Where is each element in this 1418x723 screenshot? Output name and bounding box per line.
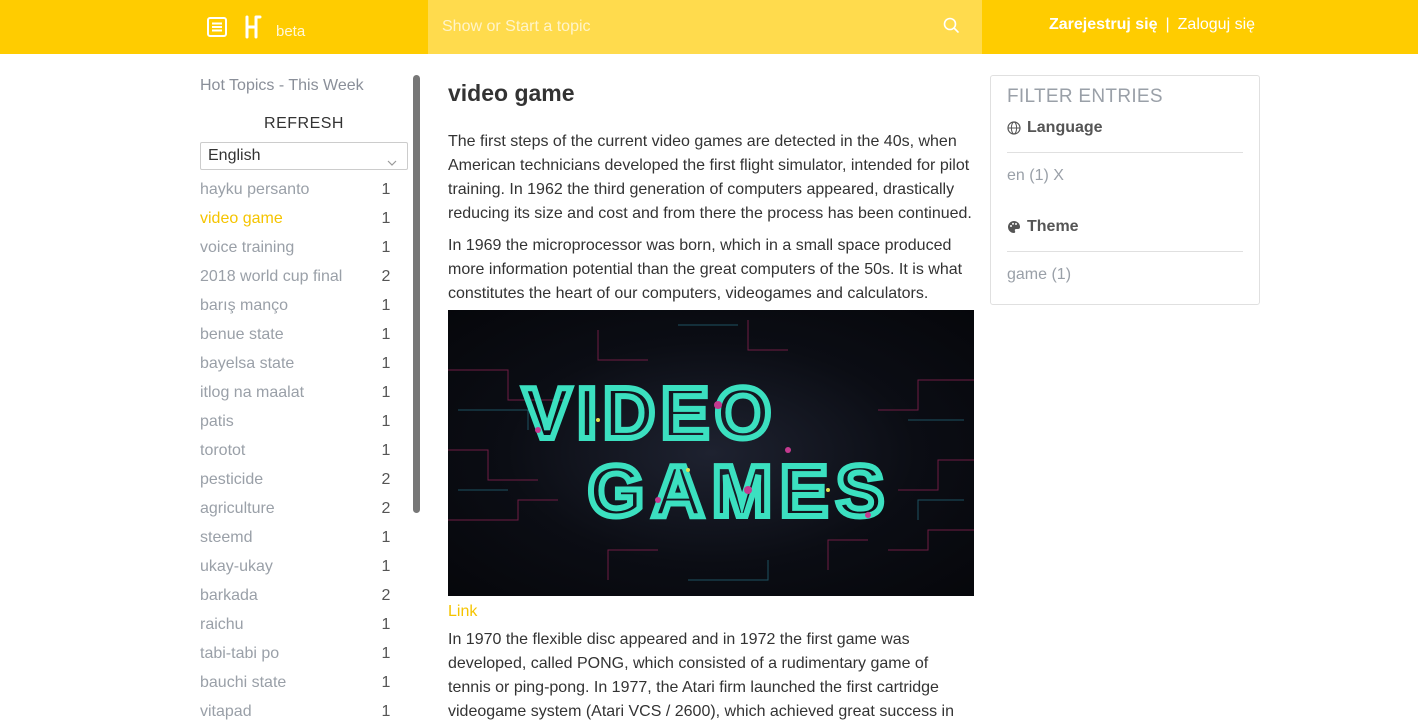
topic-label: barış manço [200, 297, 289, 314]
register-link[interactable]: Zarejestruj się [1049, 16, 1158, 34]
logo-area: beta [206, 14, 305, 40]
divider [1007, 251, 1243, 252]
filter-title: FILTER ENTRIES [1007, 86, 1163, 107]
topic-count: 1 [381, 326, 391, 343]
topic-label: barkada [200, 587, 258, 604]
topic-item[interactable]: ukay-ukay 1 [200, 557, 391, 586]
video-games-illustration: VIDEO GAMES [448, 320, 974, 581]
filter-panel: FILTER ENTRIES Language en (1) X Theme g… [990, 75, 1260, 305]
filter-language-heading: Language [1007, 118, 1243, 138]
topic-label: agriculture [200, 500, 275, 517]
topic-count: 2 [381, 268, 391, 285]
search-bar [428, 0, 982, 54]
topic-item[interactable]: agriculture 2 [200, 499, 391, 528]
topic-label: steemd [200, 529, 253, 546]
topic-count: 1 [381, 239, 391, 256]
topic-count: 1 [381, 558, 391, 575]
article-paragraph: In 1970 the flexible disc appeared and i… [448, 631, 955, 720]
globe-icon [1007, 121, 1021, 135]
auth-links: Zarejestruj się | Zaloguj się [1049, 16, 1255, 34]
topic-item[interactable]: tabi-tabi po 1 [200, 644, 391, 673]
topic-count: 1 [381, 413, 391, 430]
topic-label: raichu [200, 616, 244, 633]
sidebar-scrollbar[interactable] [413, 75, 420, 513]
image-link[interactable]: Link [448, 600, 974, 624]
topic-label: itlog na maalat [200, 384, 305, 401]
topic-item[interactable]: hayku persanto 1 [200, 180, 391, 209]
topic-item[interactable]: bauchi state 1 [200, 673, 391, 702]
topic-label: benue state [200, 326, 284, 343]
image-title-line-2: GAMES [588, 452, 892, 532]
topic-count: 1 [381, 442, 391, 459]
topic-count: 1 [381, 674, 391, 691]
topic-label: tabi-tabi po [200, 645, 280, 662]
search-icon[interactable] [942, 16, 962, 36]
topic-label: voice training [200, 239, 295, 256]
auth-separator: | [1165, 16, 1170, 33]
topic-count: 1 [381, 210, 391, 227]
topic-count: 1 [381, 645, 391, 662]
topic-label: bauchi state [200, 674, 287, 691]
topic-label: bayelsa state [200, 355, 295, 372]
topic-label: vitapad [200, 703, 252, 720]
topic-item[interactable]: benue state 1 [200, 325, 391, 354]
topic-count: 2 [381, 500, 391, 517]
topic-count: 1 [381, 355, 391, 372]
topic-label: patis [200, 413, 234, 430]
divider [1007, 152, 1243, 153]
topic-item[interactable]: pesticide 2 [200, 470, 391, 499]
topic-item[interactable]: barış manço 1 [200, 296, 391, 325]
topic-label: torotot [200, 442, 246, 459]
palette-icon [1008, 221, 1020, 233]
topic-item[interactable]: bayelsa state 1 [200, 354, 391, 383]
topic-item[interactable]: raichu 1 [200, 615, 391, 644]
login-link[interactable]: Zaloguj się [1178, 16, 1255, 34]
topic-item[interactable]: torotot 1 [200, 441, 391, 470]
article-paragraph: The first steps of the current video gam… [448, 133, 972, 222]
topic-count: 1 [381, 703, 391, 720]
topic-item[interactable]: video game 1 [200, 209, 391, 238]
topic-count: 1 [381, 529, 391, 546]
topic-label: 2018 world cup final [200, 268, 343, 285]
hot-topics-title: Hot Topics - This Week [200, 77, 364, 94]
topic-item[interactable]: patis 1 [200, 412, 391, 441]
topic-item[interactable]: vitapad 1 [200, 702, 391, 723]
topic-count: 1 [381, 616, 391, 633]
search-input[interactable] [442, 7, 932, 47]
hot-topics-sidebar: Hot Topics - This Week REFRESH English h… [200, 74, 420, 723]
topic-label: ukay-ukay [200, 558, 273, 575]
topic-item[interactable]: itlog na maalat 1 [200, 383, 391, 412]
topic-label: pesticide [200, 471, 264, 488]
language-select[interactable]: English [200, 142, 408, 170]
topic-item[interactable]: steemd 1 [200, 528, 391, 557]
topic-label: hayku persanto [200, 181, 310, 198]
topic-item[interactable]: barkada 2 [200, 586, 391, 615]
menu-icon[interactable] [206, 16, 228, 38]
refresh-button[interactable]: REFRESH [200, 110, 408, 138]
page-title: video game [448, 80, 575, 106]
filter-theme-label: Theme [1027, 218, 1079, 235]
article-paragraph: In 1969 the microprocessor was born, whi… [448, 237, 963, 302]
filter-language-item[interactable]: en (1) X [1007, 167, 1243, 187]
filter-language-label: Language [1027, 119, 1103, 136]
topic-count: 1 [381, 384, 391, 401]
top-navbar: beta Zarejestruj się | Zaloguj się [0, 0, 1418, 54]
brand-logo-icon[interactable] [244, 15, 262, 39]
article-image: VIDEO GAMES [448, 310, 974, 596]
filter-theme-heading: Theme [1007, 217, 1243, 237]
topic-count: 2 [381, 471, 391, 488]
main-content: video game The first steps of the curren… [448, 74, 974, 723]
image-title-line-1: VIDEO [523, 374, 777, 454]
language-select-value: English [208, 147, 261, 164]
chevron-down-icon [387, 151, 397, 166]
topic-item[interactable]: 2018 world cup final 2 [200, 267, 391, 296]
topic-list: hayku persanto 1 video game 1 voice training… [200, 180, 420, 723]
topic-item[interactable]: voice training 1 [200, 238, 391, 267]
filter-theme-item[interactable]: game (1) [1007, 266, 1243, 286]
topic-label: video game [200, 210, 283, 227]
beta-label: beta [276, 22, 306, 40]
topic-count: 1 [381, 297, 391, 314]
topic-count: 1 [381, 181, 391, 198]
topic-count: 2 [381, 587, 391, 604]
